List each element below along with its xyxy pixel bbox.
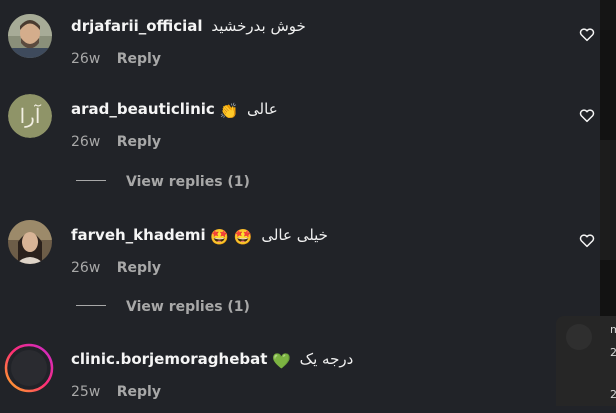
overlay-text: m bbox=[610, 323, 616, 336]
comment-meta: 26w Reply bbox=[71, 50, 161, 68]
comment-line: arad_beauticlinic 👏 عالی bbox=[71, 99, 278, 121]
avatar[interactable] bbox=[8, 220, 52, 264]
star-struck-emoji: 🤩 🤩 bbox=[210, 228, 253, 246]
comment-line: clinic.borjemoraghebat 💚 درجه یک bbox=[71, 349, 353, 371]
heart-outline-icon[interactable] bbox=[578, 25, 596, 43]
view-replies-label[interactable]: View replies (1) bbox=[126, 174, 250, 190]
post-thumbnail-fragment bbox=[600, 0, 616, 30]
replies-divider bbox=[76, 305, 106, 306]
comment-time: 26w bbox=[71, 51, 101, 67]
comment-meta: 26w Reply bbox=[71, 259, 161, 277]
view-replies-button[interactable]: View replies (1) bbox=[76, 174, 250, 192]
comments-panel: drjafarii_official خوش بدرخشید 26w Reply… bbox=[0, 0, 600, 406]
clapping-emoji: 👏 bbox=[219, 102, 239, 120]
heart-outline-icon[interactable] bbox=[578, 231, 596, 249]
comment-username[interactable]: clinic.borjemoraghebat bbox=[71, 350, 267, 368]
comment-text: خوش بدرخشید bbox=[211, 17, 306, 35]
overlay-text: 2 bbox=[610, 346, 616, 359]
comment-time: 26w bbox=[71, 134, 101, 150]
view-replies-label[interactable]: View replies (1) bbox=[126, 299, 250, 315]
reply-button[interactable]: Reply bbox=[117, 134, 161, 150]
reply-button[interactable]: Reply bbox=[117, 51, 161, 67]
svg-text:آرا: آرا bbox=[20, 104, 42, 128]
comment-username[interactable]: arad_beauticlinic bbox=[71, 100, 215, 118]
comment-item: drjafarii_official خوش بدرخشید 26w Reply bbox=[0, 8, 600, 78]
heart-outline-icon[interactable] bbox=[578, 106, 596, 124]
green-heart-emoji: 💚 bbox=[272, 352, 291, 370]
comment-time: 26w bbox=[71, 260, 101, 276]
comment-text: درجه یک bbox=[299, 350, 354, 368]
overlay-text: 2 bbox=[610, 388, 616, 401]
comment-text: عالی bbox=[247, 100, 278, 118]
replies-divider bbox=[76, 180, 106, 181]
comment-item: farveh_khademi 🤩 🤩 خیلی عالی 26w Reply bbox=[0, 218, 600, 288]
comment-username[interactable]: farveh_khademi bbox=[71, 226, 206, 244]
comment-meta: 25w Reply bbox=[71, 383, 161, 401]
comment-item: clinic.borjemoraghebat 💚 درجه یک 25w Rep… bbox=[0, 343, 600, 413]
avatar bbox=[566, 324, 592, 350]
comment-username[interactable]: drjafarii_official bbox=[71, 17, 203, 35]
reply-button[interactable]: Reply bbox=[117, 260, 161, 276]
comment-item: آرا arad_beauticlinic 👏 عالی 26w Reply bbox=[0, 92, 600, 162]
reply-button[interactable]: Reply bbox=[117, 384, 161, 400]
comment-line: farveh_khademi 🤩 🤩 خیلی عالی bbox=[71, 225, 328, 247]
comment-line: drjafarii_official خوش بدرخشید bbox=[71, 16, 306, 36]
comment-text: خیلی عالی bbox=[261, 226, 328, 244]
avatar[interactable]: آرا bbox=[8, 94, 52, 138]
view-replies-button[interactable]: View replies (1) bbox=[76, 299, 250, 317]
comment-meta: 26w Reply bbox=[71, 133, 161, 151]
overlay-card[interactable]: m 2 2 bbox=[556, 316, 616, 406]
avatar[interactable] bbox=[8, 14, 52, 58]
comment-time: 25w bbox=[71, 384, 101, 400]
avatar[interactable] bbox=[4, 343, 54, 393]
post-thumbnail-fragment bbox=[600, 140, 616, 260]
